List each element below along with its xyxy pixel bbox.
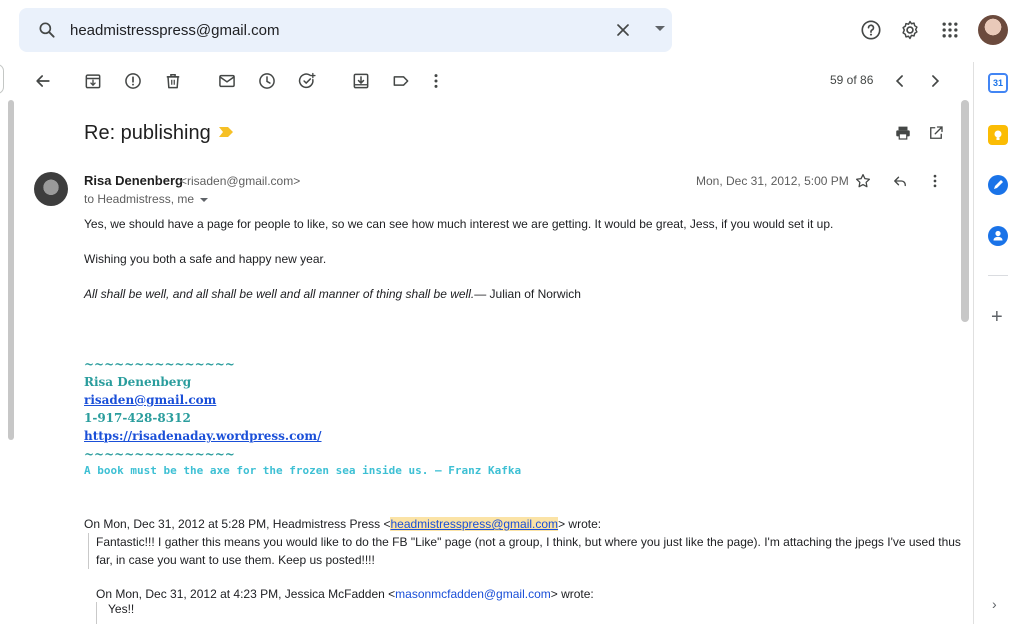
- body-paragraph-2: Wishing you both a safe and happy new ye…: [84, 252, 327, 266]
- quoted-header-2-pre: On Mon, Dec 31, 2012 at 4:23 PM, Jessica…: [96, 587, 396, 601]
- chevron-left-icon: [895, 75, 903, 87]
- person-icon: [993, 230, 1003, 241]
- move-to-button[interactable]: [350, 70, 372, 92]
- signature-divider-2: ~~~~~~~~~~~~~~~: [84, 447, 235, 461]
- older-button[interactable]: [924, 70, 946, 92]
- quoted-header-1-email[interactable]: headmistresspress@gmail.com: [390, 517, 559, 531]
- message-view: Re: publishing Risa Denenberg <risaden@g…: [20, 100, 975, 624]
- quoted-block-2: Yes!!: [96, 602, 134, 624]
- gear-icon[interactable]: [899, 19, 921, 41]
- right-scrollbar[interactable]: [961, 100, 969, 322]
- quoted-text-line-1: Fantastic!!! I gather this means you wou…: [96, 535, 961, 549]
- move-to-icon: [353, 73, 369, 89]
- quoted-header-2: On Mon, Dec 31, 2012 at 4:23 PM, Jessica…: [96, 587, 594, 601]
- archive-button[interactable]: [82, 70, 104, 92]
- left-scrollbar[interactable]: [8, 100, 14, 440]
- sender-name[interactable]: Risa Denenberg: [84, 173, 183, 188]
- signature-url-link[interactable]: https://risadenaday.wordpress.com/: [84, 429, 322, 443]
- signature-divider: ~~~~~~~~~~~~~~~: [84, 357, 235, 371]
- quoted-header-2-post: > wrote:: [550, 587, 594, 601]
- message-toolbar: 59 of 86: [20, 62, 975, 100]
- sender-email: <risaden@gmail.com>: [180, 174, 301, 188]
- signature-phone: 1-917-428-8312: [84, 411, 191, 425]
- quote-text: All shall be well, and all shall be well…: [84, 287, 475, 301]
- help-icon[interactable]: [860, 19, 882, 41]
- report-icon: [125, 73, 141, 89]
- calendar-icon[interactable]: 31: [988, 73, 1008, 93]
- important-marker-icon[interactable]: [218, 126, 234, 138]
- signature-quote: A book must be the axe for the frozen se…: [84, 464, 522, 477]
- quoted-block-1: Fantastic!!! I gather this means you wou…: [88, 533, 968, 569]
- more-vert-icon[interactable]: [926, 172, 944, 190]
- arrow-left-icon: [36, 75, 50, 87]
- more-vert-icon: [434, 74, 438, 88]
- label-icon: [393, 76, 409, 86]
- email-date: Mon, Dec 31, 2012, 5:00 PM: [696, 174, 849, 188]
- body-quote-line: All shall be well, and all shall be well…: [84, 286, 581, 302]
- apps-grid-icon[interactable]: [940, 20, 960, 40]
- account-avatar[interactable]: [978, 15, 1008, 45]
- side-panel-divider: [973, 62, 974, 624]
- snooze-button[interactable]: [256, 70, 278, 92]
- search-icon[interactable]: [37, 20, 57, 40]
- search-options-icon[interactable]: [655, 26, 665, 31]
- labels-button[interactable]: [390, 70, 412, 92]
- star-icon[interactable]: [854, 172, 872, 190]
- quoted-header-1: On Mon, Dec 31, 2012 at 5:28 PM, Headmis…: [84, 517, 601, 531]
- recipients-line[interactable]: to Headmistress, me: [84, 192, 209, 206]
- chevron-right-icon[interactable]: ›: [992, 596, 997, 612]
- top-bar: [0, 0, 1023, 62]
- back-button[interactable]: [32, 70, 54, 92]
- quote-attribution: — Julian of Norwich: [474, 287, 581, 301]
- quoted-text-2: Yes!!: [108, 602, 135, 616]
- mark-unread-button[interactable]: [216, 70, 238, 92]
- tasks-icon[interactable]: [988, 175, 1008, 195]
- delete-button[interactable]: [162, 70, 184, 92]
- email-subject: Re: publishing: [84, 122, 211, 144]
- clock-icon: [259, 73, 275, 89]
- add-addon-icon[interactable]: +: [991, 307, 1003, 327]
- bulb-icon: [994, 130, 1002, 140]
- report-spam-button[interactable]: [122, 70, 144, 92]
- archive-icon: [85, 74, 101, 89]
- search-input[interactable]: [70, 18, 570, 42]
- more-options-button[interactable]: [425, 70, 447, 92]
- compose-edge[interactable]: [0, 64, 4, 94]
- contacts-icon[interactable]: [988, 226, 1008, 246]
- keep-icon[interactable]: [988, 125, 1008, 145]
- envelope-icon: [219, 74, 235, 88]
- pencil-check-icon: [994, 180, 1003, 189]
- reply-icon[interactable]: [891, 172, 909, 190]
- calendar-day: 31: [992, 78, 1003, 88]
- sender-avatar[interactable]: [34, 172, 68, 206]
- recipients-text: to Headmistress, me: [84, 192, 195, 206]
- pagination-count: 59 of 86: [830, 73, 874, 87]
- open-in-new-window-icon[interactable]: [927, 124, 945, 142]
- signature-block: ~~~~~~~~~~~~~~~ Risa Denenberg risaden@g…: [84, 355, 322, 463]
- quoted-text-line-2: far, in case you want to use them. Keep …: [96, 553, 375, 567]
- add-task-button[interactable]: [296, 70, 318, 92]
- quoted-header-2-email[interactable]: masonmcfadden@gmail.com: [395, 587, 551, 601]
- add-task-icon: [298, 72, 316, 89]
- chevron-right-icon: [932, 75, 940, 87]
- body-paragraph-1: Yes, we should have a page for people to…: [84, 217, 834, 231]
- search-bar[interactable]: [19, 8, 672, 52]
- signature-name: Risa Denenberg: [84, 375, 192, 389]
- chevron-down-icon[interactable]: [200, 197, 209, 202]
- signature-email-link[interactable]: risaden@gmail.com: [84, 393, 216, 407]
- side-panel-separator: [988, 275, 1008, 276]
- quoted-header-1-post: > wrote:: [558, 517, 602, 531]
- print-icon[interactable]: [894, 124, 912, 142]
- trash-icon: [166, 74, 180, 89]
- close-icon[interactable]: [613, 20, 633, 40]
- newer-button[interactable]: [889, 70, 911, 92]
- quoted-header-1-pre: On Mon, Dec 31, 2012 at 5:28 PM, Headmis…: [84, 517, 391, 531]
